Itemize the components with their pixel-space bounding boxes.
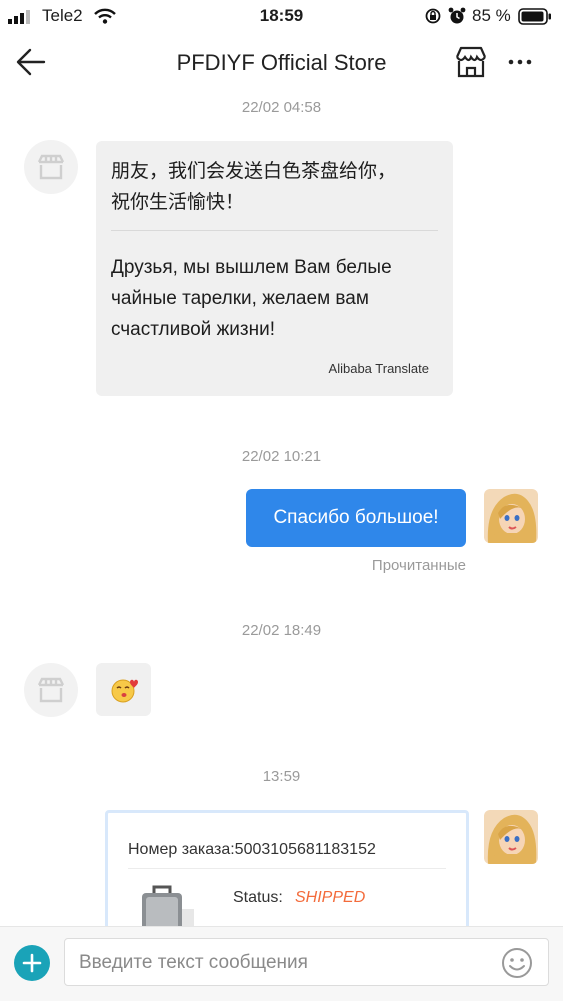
- store-avatar[interactable]: [24, 140, 78, 194]
- message-bubble-incoming[interactable]: [96, 663, 151, 716]
- read-status: Прочитанные: [371, 557, 466, 574]
- order-divider: [128, 868, 446, 869]
- message-timestamp: 22/02 18:49: [241, 622, 322, 639]
- battery-percent: 85 %: [472, 6, 511, 25]
- message-text-line: счастливой жизни!: [111, 319, 275, 340]
- message-bubble-incoming[interactable]: 朋友，我们会发送白色茶盘给你， 祝你生活愉快！ Друзья, мы вышле…: [96, 141, 453, 396]
- order-status-label: Status:: [233, 889, 283, 906]
- message-text-translated: Друзья, мы вышлем Вам белые чайные тарел…: [111, 252, 392, 345]
- chat-header: PFDIYF Official Store: [0, 32, 563, 94]
- alarm-icon: [448, 7, 466, 24]
- status-bar: Tele2 18:59 85 %: [0, 0, 563, 32]
- message-input-placeholder: Введите текст сообщения: [79, 952, 308, 973]
- user-avatar[interactable]: [484, 810, 538, 864]
- message-timestamp: 22/02 10:21: [241, 448, 322, 465]
- order-number: Номер заказа:5003105681183152: [128, 841, 376, 858]
- smiley-icon[interactable]: [501, 947, 533, 979]
- message-text-original: 朋友，我们会发送白色茶盘给你， 祝你生活愉快！: [111, 156, 396, 218]
- message-timestamp: 22/02 04:58: [241, 99, 322, 116]
- order-status-value: SHIPPED: [295, 889, 366, 906]
- user-avatar[interactable]: [484, 489, 538, 543]
- message-composer: Введите текст сообщения: [0, 926, 563, 1001]
- battery-icon: [518, 8, 551, 25]
- message-text-line: 朋友，我们会发送白色茶盘给你，: [111, 161, 397, 182]
- translation-credit: Alibaba Translate: [328, 361, 429, 376]
- more-icon[interactable]: [508, 58, 532, 66]
- message-text-line: чайные тарелки, желаем вам: [111, 288, 369, 309]
- message-input[interactable]: Введите текст сообщения: [64, 938, 549, 986]
- user-avatar-image: [484, 489, 538, 543]
- user-avatar-image: [484, 810, 538, 864]
- store-avatar[interactable]: [24, 663, 78, 717]
- attach-button[interactable]: [14, 945, 50, 981]
- message-text-line: 祝你生活愉快！: [111, 192, 245, 213]
- rotation-lock-icon: [425, 8, 441, 24]
- store-icon[interactable]: [453, 44, 489, 80]
- plus-icon: [22, 953, 42, 973]
- message-timestamp: 13:59: [262, 768, 301, 785]
- message-bubble-outgoing[interactable]: Спасибо большое!: [246, 489, 466, 547]
- store-icon: [37, 677, 65, 703]
- kiss-emoji-icon: [111, 679, 138, 703]
- message-text-line: Друзья, мы вышлем Вам белые: [111, 257, 392, 278]
- translation-divider: [111, 230, 438, 231]
- store-icon: [37, 154, 65, 180]
